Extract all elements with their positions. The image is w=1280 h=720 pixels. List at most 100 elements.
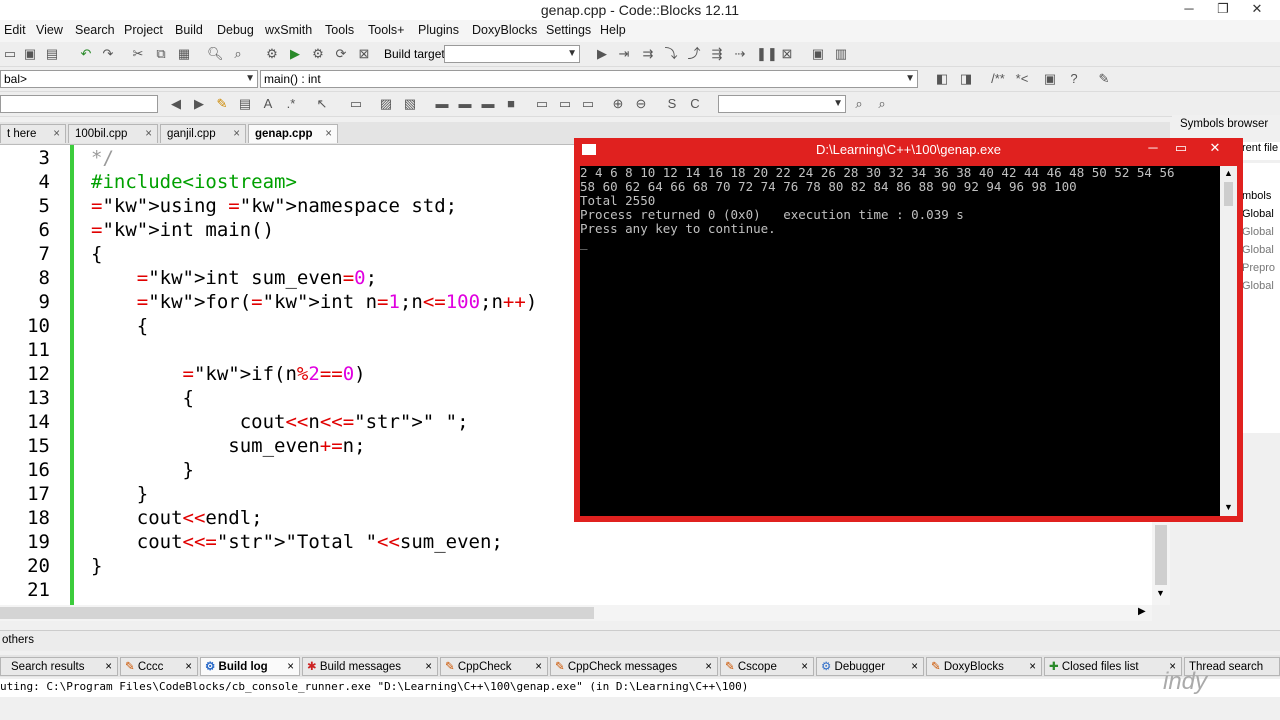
code-line[interactable]: ="kw">for(="kw">int n=1;n<=100;n++): [91, 291, 538, 313]
tab-genap[interactable]: genap.cpp ×: [248, 124, 338, 143]
pause-icon[interactable]: ❚❚: [756, 46, 778, 62]
highlight-icon[interactable]: ✎: [214, 96, 230, 112]
symbol-item[interactable]: Global: [1242, 244, 1274, 256]
menu-tools-plus[interactable]: Tools+: [368, 23, 404, 37]
code-line[interactable]: }: [91, 555, 102, 577]
scope-select[interactable]: bal> ▼: [0, 70, 258, 88]
various-info-icon[interactable]: ▥: [833, 46, 849, 62]
code-line[interactable]: ="kw">int sum_even=0;: [91, 267, 377, 289]
zoom-out-icon[interactable]: ⊖: [633, 96, 649, 112]
tab-doxyblocks[interactable]: ✎ DoxyBlocks ×: [926, 657, 1042, 676]
paste-icon[interactable]: ▦: [176, 46, 192, 62]
maximize-button[interactable]: ❐: [1206, 0, 1240, 20]
align-icon[interactable]: ▬: [434, 96, 450, 112]
c-icon[interactable]: C: [687, 96, 703, 112]
search2-icon[interactable]: ⌕: [874, 96, 890, 112]
close-icon[interactable]: ×: [801, 658, 808, 676]
quick-search-input[interactable]: [0, 95, 158, 113]
jump-forward-icon[interactable]: ◨: [958, 71, 974, 87]
tab-build-log[interactable]: ⚙ Build log ×: [200, 657, 300, 676]
code-line[interactable]: {: [91, 243, 102, 265]
close-icon[interactable]: ×: [535, 658, 542, 676]
tab-cscope[interactable]: ✎ Cscope ×: [720, 657, 814, 676]
console-maximize-button[interactable]: ▭: [1168, 140, 1194, 160]
close-icon[interactable]: ×: [1029, 658, 1036, 676]
close-icon[interactable]: ×: [287, 658, 294, 676]
menu-edit[interactable]: Edit: [4, 23, 26, 37]
image-icon[interactable]: ▨: [378, 96, 394, 112]
code-line[interactable]: */: [91, 147, 114, 169]
scroll-thumb[interactable]: [1155, 525, 1167, 585]
doxy-line-comment-icon[interactable]: *<: [1012, 71, 1032, 87]
menu-plugins[interactable]: Plugins: [418, 23, 459, 37]
pointer-icon[interactable]: ↖: [314, 96, 330, 112]
fill-icon[interactable]: ■: [503, 96, 519, 112]
console-minimize-button[interactable]: ─: [1140, 140, 1166, 160]
menu-doxyblocks[interactable]: DoxyBlocks: [472, 23, 537, 37]
function-select[interactable]: main() : int ▼: [260, 70, 918, 88]
bookmark-icon[interactable]: ▤: [237, 96, 253, 112]
align-right-icon[interactable]: ▬: [480, 96, 496, 112]
menu-settings[interactable]: Settings: [546, 23, 591, 37]
code-line[interactable]: cout<<n<<="str">" ";: [91, 411, 469, 433]
cut-icon[interactable]: ✂: [130, 46, 146, 62]
close-icon[interactable]: ×: [105, 658, 112, 676]
doxy-wizard-icon[interactable]: ▣: [1042, 71, 1058, 87]
code-line[interactable]: cout<<="str">"Total "<<sum_even;: [91, 531, 503, 553]
new-file-icon[interactable]: ▭: [2, 46, 18, 62]
tab-cppcheck[interactable]: ✎ CppCheck ×: [440, 657, 548, 676]
tab-ganjil[interactable]: ganjil.cpp ×: [160, 124, 246, 143]
close-icon[interactable]: ×: [325, 125, 332, 143]
code-line[interactable]: sum_even+=n;: [91, 435, 365, 457]
code-line[interactable]: ="kw">if(n%2==0): [91, 363, 366, 385]
build-run-icon[interactable]: ⚙: [310, 46, 326, 62]
symbol-item[interactable]: Global: [1242, 280, 1274, 292]
tab-cccc[interactable]: ✎ Cccc ×: [120, 657, 198, 676]
close-button[interactable]: ✕: [1240, 0, 1274, 20]
close-icon[interactable]: ×: [145, 125, 152, 143]
symbol-item[interactable]: Global: [1242, 226, 1274, 238]
console-scrollbar[interactable]: ▲ ▼: [1220, 166, 1237, 516]
h-scroll-thumb[interactable]: [0, 607, 594, 619]
console-window[interactable]: D:\Learning\C++\100\genap.exe ─ ▭ ✕ 2 4 …: [574, 138, 1243, 522]
stop-debug-icon[interactable]: ⊠: [779, 46, 795, 62]
menu-project[interactable]: Project: [124, 23, 163, 37]
next-line-icon[interactable]: ⇉: [640, 46, 656, 62]
code-line[interactable]: {: [91, 387, 194, 409]
scroll-down-icon[interactable]: ▼: [1156, 588, 1165, 598]
code-line[interactable]: cout<<endl;: [91, 507, 263, 529]
minimize-button[interactable]: ─: [1172, 0, 1206, 20]
code-line[interactable]: ="kw">int main(): [91, 219, 274, 241]
build-gear-icon[interactable]: ⚙: [264, 46, 280, 62]
close-icon[interactable]: ×: [911, 658, 918, 676]
tab-build-messages[interactable]: ✱ Build messages ×: [302, 657, 438, 676]
save-all-icon[interactable]: ▤: [44, 46, 60, 62]
next-instruction-icon[interactable]: ⇶: [709, 46, 725, 62]
tab-cppcheck-messages[interactable]: ✎ CppCheck messages ×: [550, 657, 718, 676]
find-icon[interactable]: 🔍︎: [207, 46, 224, 62]
menu-help[interactable]: Help: [600, 23, 626, 37]
code-line[interactable]: {: [91, 315, 148, 337]
doxy-help-icon[interactable]: ?: [1066, 71, 1082, 87]
symbol-item[interactable]: Prepro: [1242, 262, 1275, 274]
run-icon[interactable]: ▶: [287, 46, 303, 62]
align-center-icon[interactable]: ▬: [457, 96, 473, 112]
tab-closed-files-list[interactable]: ✚ Closed files list ×: [1044, 657, 1182, 676]
arrow-right-icon[interactable]: ▶: [191, 96, 207, 112]
console-scroll-thumb[interactable]: [1224, 182, 1233, 206]
menu-view[interactable]: View: [36, 23, 63, 37]
code-line[interactable]: }: [91, 483, 148, 505]
toolbar-search-input[interactable]: ▼: [718, 95, 846, 113]
close-icon[interactable]: ×: [185, 658, 192, 676]
menu-wxsmith[interactable]: wxSmith: [265, 23, 312, 37]
s-icon[interactable]: S: [664, 96, 680, 112]
jump-back-icon[interactable]: ◧: [934, 71, 950, 87]
frame3-icon[interactable]: ▭: [580, 96, 596, 112]
menu-build[interactable]: Build: [175, 23, 203, 37]
redo-icon[interactable]: ↷: [100, 46, 116, 62]
tab-search-results[interactable]: Search results ×: [0, 657, 118, 676]
copy-icon[interactable]: ⧉: [153, 46, 169, 62]
doxy-comment-icon[interactable]: /**: [988, 71, 1008, 87]
arrow-left-icon[interactable]: ◀: [168, 96, 184, 112]
rebuild-icon[interactable]: ⟳: [333, 46, 349, 62]
